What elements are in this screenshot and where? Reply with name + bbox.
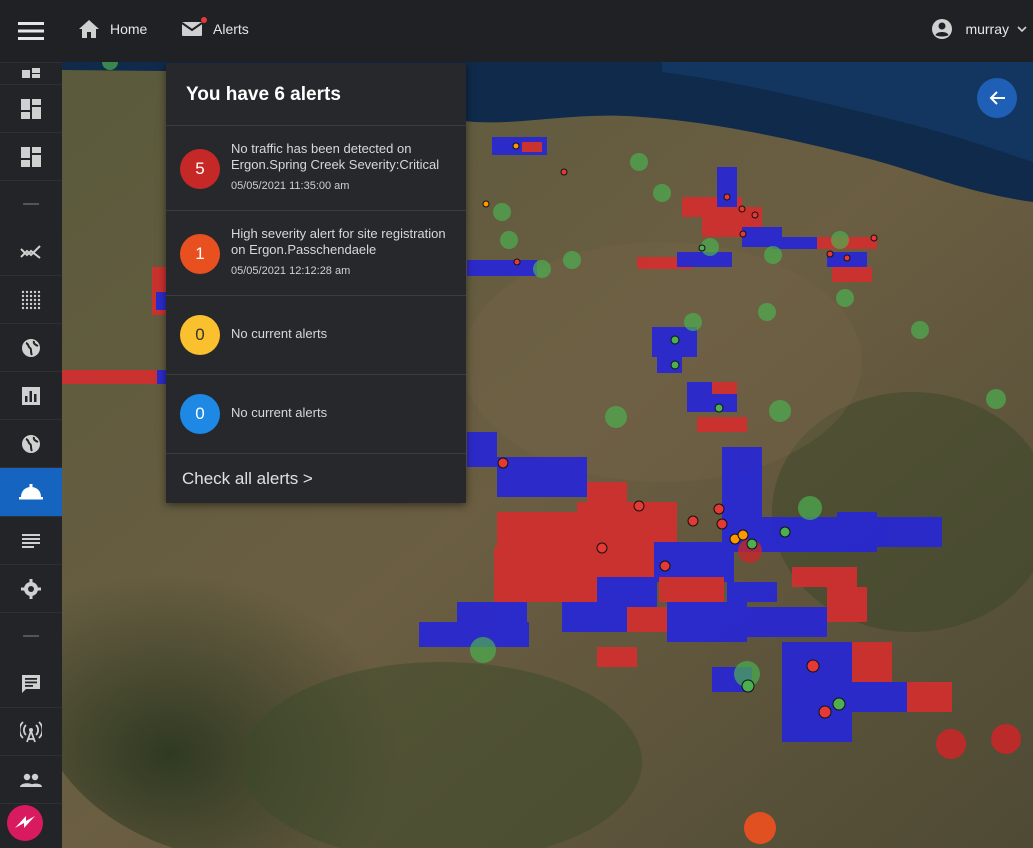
top-bar: Home Alerts murray [0,0,1033,62]
arrow-left-icon [989,91,1005,105]
sidebar-item-settings[interactable] [0,565,62,613]
username: murray [965,21,1009,37]
alert-message: High severity alert for site registratio… [231,226,446,257]
sidebar-divider [0,181,62,227]
sidebar-item-dashboard-top[interactable] [0,62,62,85]
user-menu[interactable]: murray [931,0,1027,58]
chat-icon [22,674,40,693]
sidebar-item-bar-chart[interactable] [0,372,62,420]
menu-toggle-button[interactable] [0,0,62,62]
nav-alerts[interactable]: Alerts [181,0,249,58]
alert-item[interactable]: 0 No current alerts [166,295,466,375]
list-icon [22,533,40,548]
nav-home[interactable]: Home [78,0,147,58]
alert-count-badge: 0 [180,394,220,434]
sidebar [0,45,62,848]
sidebar-item-chat[interactable] [0,660,62,708]
alert-item[interactable]: 0 No current alerts [166,374,466,454]
globe-icon [22,434,40,453]
notification-dot [201,17,207,23]
dots-grid-icon [21,290,41,309]
sidebar-item-dashboard-1[interactable] [0,85,62,133]
chevron-down-icon [1017,26,1027,33]
alert-message: No traffic has been detected on Ergon.Sp… [231,141,440,172]
mail-icon [181,22,203,36]
nav-alerts-label: Alerts [213,21,249,37]
antenna-icon [20,720,42,742]
app-logo [6,804,44,842]
trending-icon [20,244,41,259]
sidebar-item-antenna[interactable] [0,708,62,756]
dashboard-icon [21,146,41,167]
alert-count-badge: 5 [180,149,220,189]
back-button[interactable] [977,78,1017,118]
alerts-title: You have 6 alerts [186,84,341,105]
gear-icon [21,578,41,599]
hamburger-icon [18,22,44,40]
bar-chart-icon [22,386,40,405]
sidebar-item-trending[interactable] [0,228,62,276]
people-icon [20,773,42,787]
sidebar-item-alerts[interactable] [0,468,62,517]
globe-icon [22,338,40,357]
dashboard-icon [21,98,41,119]
alert-timestamp: 05/05/2021 12:12:28 am [231,265,351,277]
alerts-dropdown: You have 6 alerts 5 No traffic has been … [166,63,466,503]
alert-message: No current alerts [231,405,328,420]
nav-home-label: Home [110,21,148,37]
alert-count-badge: 1 [180,234,220,274]
sidebar-item-grid[interactable] [0,276,62,324]
alert-message: No current alerts [231,326,328,341]
alert-item[interactable]: 1 High severity alert for site registrat… [166,210,466,296]
account-icon [932,19,953,39]
sidebar-divider [0,613,62,659]
sidebar-item-list[interactable] [0,517,62,565]
dashboard-icon [22,68,40,78]
logo-icon [7,805,43,841]
alert-timestamp: 05/05/2021 11:35:00 am [231,180,350,192]
sidebar-item-people[interactable] [0,756,62,804]
home-icon [79,20,99,38]
sidebar-item-globe-2[interactable] [0,420,62,468]
check-all-alerts-link[interactable]: Check all alerts > [182,469,313,489]
alert-item[interactable]: 5 No traffic has been detected on Ergon.… [166,125,466,211]
bell-icon [19,484,43,500]
sidebar-item-dashboard-2[interactable] [0,133,62,181]
sidebar-item-globe-1[interactable] [0,324,62,372]
alert-count-badge: 0 [180,315,220,355]
